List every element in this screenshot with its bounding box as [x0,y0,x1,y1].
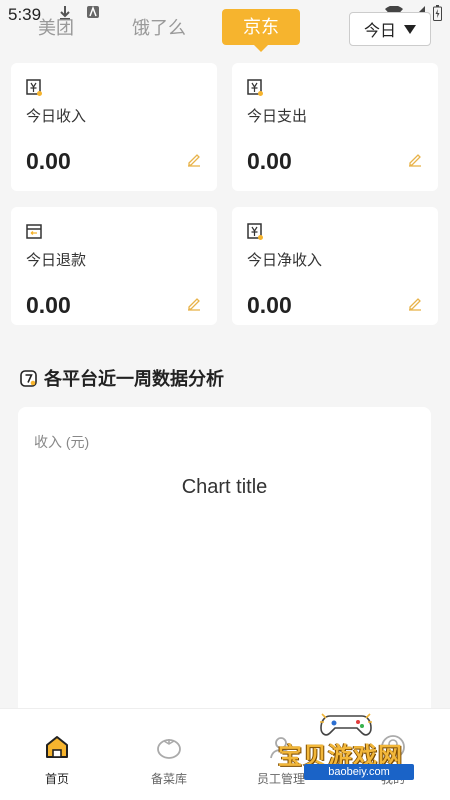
card-label: 今日支出 [247,108,308,125]
edit-icon[interactable] [407,151,423,167]
chart-title: Chart title [181,476,268,498]
edit-icon[interactable] [186,295,202,311]
card-value: 0.00 [26,292,71,318]
card-value: 0.00 [26,148,71,174]
card-today-expense: 今日支出 0.00 [232,63,438,191]
card-today-refund: 今日退款 0.00 [11,207,217,325]
section-seven-icon [20,369,37,387]
battery-icon [433,5,442,21]
refund-icon [26,224,42,239]
edit-icon[interactable] [186,151,202,167]
card-value: 0.00 [247,292,292,318]
card-label: 今日收入 [26,108,87,125]
tomato-icon [157,739,181,759]
card-label: 今日退款 [26,252,87,269]
nav-home[interactable]: 首页 [12,733,102,787]
watermark: 宝贝游戏网 baobeiy.com [262,708,442,788]
yuan-icon [247,79,263,96]
card-label: 今日净收入 [247,252,323,269]
status-time: 5:39 [8,5,42,24]
nav-label: 备菜库 [150,772,187,786]
section-title: 各平台近一周数据分析 [20,365,224,391]
gamepad-icon [320,713,372,736]
period-dropdown[interactable]: 今日 [349,12,431,46]
yuan-icon [26,79,42,96]
chart-y-axis-label: 收入 (元) [34,434,90,450]
tab-meituan[interactable]: 美团 [38,14,74,40]
card-today-net-income: 今日净收入 0.00 [232,207,438,325]
caret-down-icon [404,24,416,34]
home-icon [46,736,68,758]
edit-icon[interactable] [407,295,423,311]
period-selected: 今日 [363,23,396,40]
watermark-url: baobeiy.com [304,764,414,780]
section-title-text: 各平台近一周数据分析 [44,369,224,389]
app-notification-icon [87,5,99,18]
tab-jd[interactable]: 京东 [222,9,300,52]
card-value: 0.00 [247,148,292,174]
yuan-icon [247,223,263,240]
card-today-income: 今日收入 0.00 [11,63,217,191]
nav-ingredients[interactable]: 备菜库 [124,733,214,787]
nav-label: 首页 [44,772,69,786]
tab-eleme[interactable]: 饿了么 [132,14,186,40]
chart-card: 收入 (元) Chart title [18,407,431,727]
